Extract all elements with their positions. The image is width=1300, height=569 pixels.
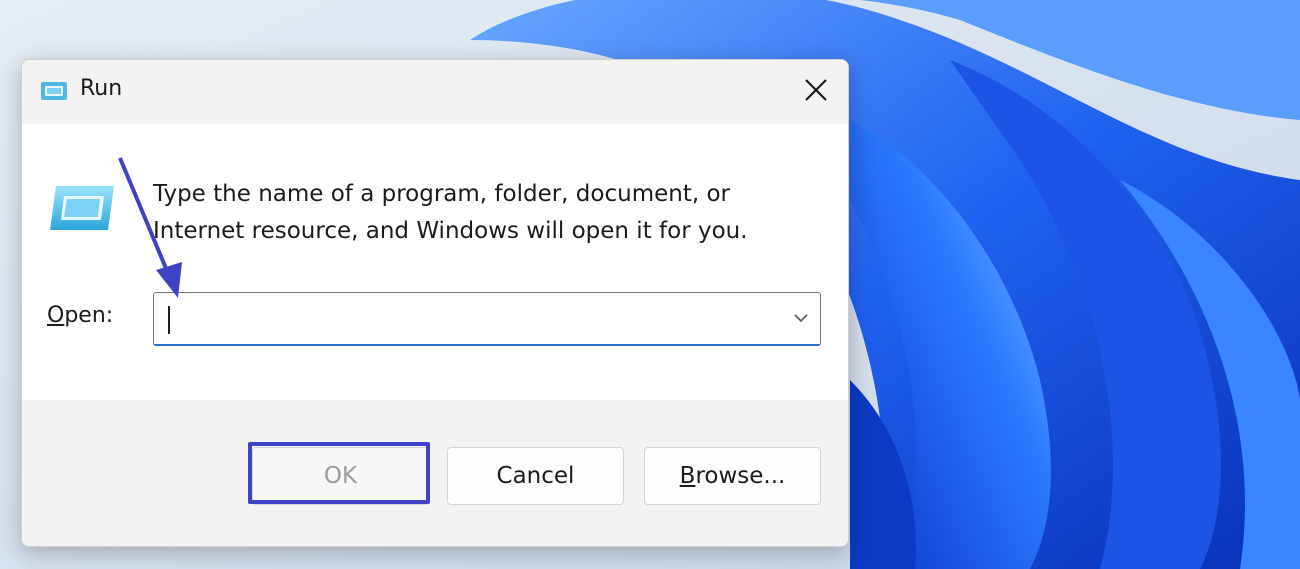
dialog-footer: OK Cancel Browse...	[22, 400, 848, 546]
open-input[interactable]	[153, 292, 821, 346]
window-title: Run	[80, 76, 123, 101]
open-label: Open:	[47, 303, 113, 328]
close-button[interactable]	[784, 60, 848, 120]
open-label-accesskey: O	[47, 303, 65, 328]
run-dialog: Run Type the name of a program, folder, …	[21, 59, 849, 547]
close-icon	[805, 79, 827, 101]
open-label-text: pen:	[64, 303, 114, 328]
dialog-description: Type the name of a program, folder, docu…	[153, 176, 793, 250]
run-program-icon	[50, 186, 114, 230]
dialog-body: Type the name of a program, folder, docu…	[22, 124, 848, 400]
ok-button-highlight	[248, 442, 430, 504]
description-line-1: Type the name of a program, folder, docu…	[153, 181, 730, 207]
browse-accesskey: B	[679, 463, 696, 489]
browse-button[interactable]: Browse...	[644, 447, 821, 505]
description-line-2: Internet resource, and Windows will open…	[153, 218, 748, 244]
browse-label-text: rowse...	[695, 463, 786, 489]
chevron-down-icon[interactable]	[792, 311, 810, 325]
title-bar[interactable]: Run	[22, 60, 848, 124]
cancel-button[interactable]: Cancel	[447, 447, 624, 505]
text-caret	[168, 306, 170, 334]
run-app-icon	[41, 82, 67, 100]
